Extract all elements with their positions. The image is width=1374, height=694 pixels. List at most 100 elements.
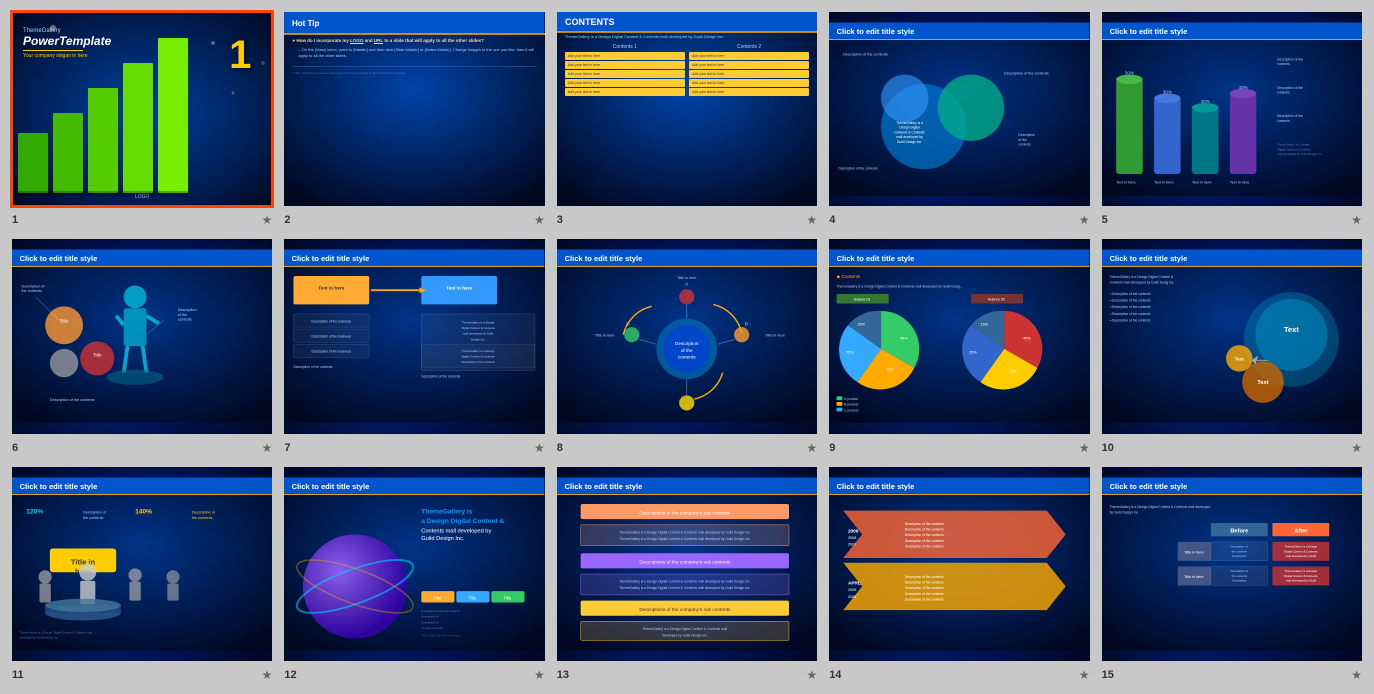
slide-1-star[interactable]: ★ xyxy=(262,213,273,227)
svg-text:Click to edit title style: Click to edit title style xyxy=(564,254,642,263)
slide-7-star[interactable]: ★ xyxy=(534,441,545,455)
slide-11-star[interactable]: ★ xyxy=(262,668,273,682)
svg-text:Description of the contents: Description of the contents xyxy=(839,166,878,170)
slide-wrapper-2: Hot Tip ● How do I incorporate my LOGO a… xyxy=(282,10,546,229)
svg-text:Description of the: Description of the xyxy=(1277,57,1303,61)
svg-text:Description of the contents: Description of the contents xyxy=(905,574,944,578)
slide-wrapper-14: Click to edit title style 2009 2008 2007… xyxy=(827,465,1091,684)
svg-text:ThemeGallery is a Design Digit: ThemeGallery is a Design Digital Content… xyxy=(619,586,750,590)
slide-13[interactable]: Click to edit title style Descriptions o… xyxy=(555,465,819,663)
svg-text:• Description of the contents: • Description of the contents xyxy=(1109,299,1150,303)
slide-9[interactable]: Click to edit title style ◆ Contents The… xyxy=(827,237,1091,435)
svg-text:ThemeGallery is a Design Digit: ThemeGallery is a Design Digital Content… xyxy=(619,537,750,541)
slide-7[interactable]: Click to edit title style Text in here T… xyxy=(282,237,546,435)
slide2-footer-line: * Note: This theme has been licensed to … xyxy=(292,66,536,75)
svg-text:ThemeGallery is a Design Digit: ThemeGallery is a Design Digital Content… xyxy=(619,579,750,583)
slide-11-number: 11 xyxy=(12,669,24,681)
slide-4[interactable]: Click to edit title style Description of… xyxy=(827,10,1091,208)
svg-text:Hot Tip: Hot Tip xyxy=(292,19,320,28)
svg-text:the contents: the contents xyxy=(83,516,104,520)
slide-11[interactable]: Click to edit title style 120% Descripti… xyxy=(10,465,274,663)
svg-text:the contents: the contents xyxy=(1231,549,1247,553)
slide3-row3a: Add your text in here xyxy=(565,70,685,78)
svg-text:Text: Text xyxy=(1234,357,1244,363)
slide-8-star[interactable]: ★ xyxy=(806,441,817,455)
slide-2[interactable]: Hot Tip ● How do I incorporate my LOGO a… xyxy=(282,10,546,208)
svg-text:Description: Description xyxy=(1232,554,1247,558)
svg-text:Description of the contents: Description of the contents xyxy=(843,53,888,57)
svg-text:Title in here: Title in here xyxy=(765,334,785,338)
slide-10[interactable]: Click to edit title style ThemeGallery i… xyxy=(1100,237,1364,435)
svg-text:Description: Description xyxy=(1019,133,1036,137)
svg-text:Title: Title xyxy=(60,319,69,325)
svg-text:Click to edit title style: Click to edit title style xyxy=(292,254,370,263)
slide3-col2: Contents 2 Add your text in here Add you… xyxy=(689,44,809,96)
svg-text:C product: C product xyxy=(844,409,858,413)
slide3-row2a: Add your text in here xyxy=(565,61,685,69)
svg-text:APRL: APRL xyxy=(848,580,861,586)
slide3-row5b: Add your text in here xyxy=(689,88,809,96)
slide-grid: ThemeGallery PowerTemplate Your company … xyxy=(10,10,1364,684)
svg-text:Description of the contents: Description of the contents xyxy=(905,527,944,531)
svg-text:mall developed by Guild: mall developed by Guild xyxy=(1285,578,1316,582)
svg-text:Description of the contents: Description of the contents xyxy=(905,586,944,590)
slide-12-star[interactable]: ★ xyxy=(534,668,545,682)
svg-text:After: After xyxy=(1294,528,1308,534)
slide-15[interactable]: Click to edit title style ThemeGallery i… xyxy=(1100,465,1364,663)
slide-6-info: 6 ★ xyxy=(10,439,274,457)
slide-4-star[interactable]: ★ xyxy=(1079,213,1090,227)
slide-9-star[interactable]: ★ xyxy=(1079,441,1090,455)
slide-1[interactable]: ThemeGallery PowerTemplate Your company … xyxy=(10,10,274,208)
svg-text:15%: 15% xyxy=(1009,370,1017,374)
slide-8[interactable]: Click to edit title style Description of… xyxy=(555,237,819,435)
svg-text:Description of the contents: Description of the contents xyxy=(1004,72,1049,76)
svg-text:Title in here: Title in here xyxy=(677,276,697,280)
slide-5-number: 5 xyxy=(1102,214,1108,226)
slide-10-star[interactable]: ★ xyxy=(1351,441,1362,455)
svg-text:ThemeGallery is a Design Digit: ThemeGallery is a Design Digital Content… xyxy=(1109,275,1173,279)
svg-text:Description of the contents: Description of the contents xyxy=(905,544,944,548)
svg-text:the contents: the contents xyxy=(192,516,213,520)
slide-12[interactable]: Click to edit title style ThemeGallery i… xyxy=(282,465,546,663)
slide1-slogan: Your company slogan in here xyxy=(23,53,111,59)
svg-text:Description of: Description of xyxy=(422,620,440,624)
slide-14-star[interactable]: ★ xyxy=(1079,668,1090,682)
svg-text:Description of the: Description of the xyxy=(1277,86,1303,90)
slide-13-star[interactable]: ★ xyxy=(806,668,817,682)
slide-2-star[interactable]: ★ xyxy=(534,213,545,227)
slide-14[interactable]: Click to edit title style 2009 2008 2007… xyxy=(827,465,1091,663)
slide-5[interactable]: Click to edit title style 30% 30% 30% xyxy=(1100,10,1364,208)
svg-text:contents: contents xyxy=(678,355,696,361)
svg-text:a Design Digital Content &: a Design Digital Content & xyxy=(422,518,505,525)
slide-14-number: 14 xyxy=(829,669,841,681)
svg-text:Digital Content & Contents: Digital Content & Contents xyxy=(462,326,496,330)
svg-text:the sub contents: the sub contents xyxy=(422,626,443,630)
slide-6-star[interactable]: ★ xyxy=(262,441,273,455)
svg-text:feature 01: feature 01 xyxy=(854,298,871,302)
slide-1-number: 1 xyxy=(12,214,18,226)
svg-text:Description of: Description of xyxy=(83,510,107,514)
slide-3-star[interactable]: ★ xyxy=(806,213,817,227)
svg-text:ThemeGallery is a Design Digit: ThemeGallery is a Design Digital Content… xyxy=(642,627,727,631)
svg-text:ThemeGallery is a Design: ThemeGallery is a Design xyxy=(1284,569,1317,573)
slide3-row5a: Add your text in here xyxy=(565,88,685,96)
slide4-svg: Click to edit title style Description of… xyxy=(829,12,1089,206)
slide-6[interactable]: Click to edit title style Title xyxy=(10,237,274,435)
slide5-svg: Click to edit title style 30% 30% 30% xyxy=(1102,12,1362,206)
slide-5-star[interactable]: ★ xyxy=(1351,213,1362,227)
svg-text:Descriptions of the company's: Descriptions of the company's sub conten… xyxy=(639,510,731,516)
svg-text:Description of: Description of xyxy=(192,510,216,514)
svg-text:the contents: the contents xyxy=(1231,574,1247,578)
slide-3[interactable]: CONTENTS ThemeGallery is a Design Digita… xyxy=(555,10,819,208)
svg-text:Descriptions of the company's: Descriptions of the company's sub conten… xyxy=(639,559,731,565)
slide-wrapper-15: Click to edit title style ThemeGallery i… xyxy=(1100,465,1364,684)
svg-text:30%: 30% xyxy=(1238,85,1248,91)
svg-text:Description of the contents: Description of the contents xyxy=(905,597,944,601)
slide-15-star[interactable]: ★ xyxy=(1351,668,1362,682)
slide-9-info: 9 ★ xyxy=(827,439,1091,457)
svg-text:Click to edit title style: Click to edit title style xyxy=(1109,481,1187,490)
svg-text:feature 02: feature 02 xyxy=(988,298,1005,302)
svg-text:ThemeGallery is a: ThemeGallery is a xyxy=(896,121,923,125)
slide-4-info: 4 ★ xyxy=(827,211,1091,229)
slide-11-info: 11 ★ xyxy=(10,666,274,684)
